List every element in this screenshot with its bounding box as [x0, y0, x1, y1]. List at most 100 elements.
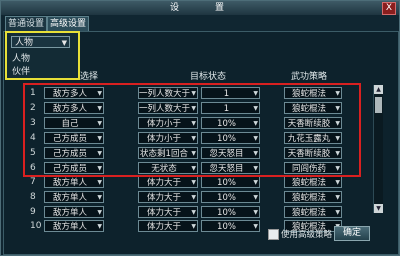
condition-select[interactable]: 状态剩1回合 ▼ [138, 147, 198, 159]
chevron-down-icon: ▼ [191, 223, 196, 230]
chevron-down-icon: ▼ [191, 165, 196, 172]
advanced-strategy-label: 使用高级策略 [281, 230, 333, 240]
target-select-value: 己方成员 [52, 149, 87, 159]
close-icon[interactable]: X [382, 2, 396, 15]
chevron-down-icon: ▼ [335, 194, 340, 201]
target-select-value: 敌方单人 [52, 222, 87, 232]
value-select[interactable]: 10% ▼ [201, 176, 260, 188]
skill-select[interactable]: 天香断续胶 ▼ [284, 147, 342, 159]
condition-select-value: 体力小于 [146, 119, 181, 129]
value-select[interactable]: 忽天怒目 ▼ [201, 162, 260, 174]
condition-select[interactable]: 无状态 ▼ [138, 162, 198, 174]
header-skill: 武功策略 [291, 72, 328, 82]
skill-select-value: 狼蛇棍法 [291, 89, 326, 99]
unit-type-option-partner[interactable]: 伙伴 [12, 64, 30, 77]
condition-select[interactable]: 一列人数大于 ▼ [138, 87, 198, 99]
condition-select-value: 体力大于 [146, 193, 181, 203]
skill-select[interactable]: 天香断续胶 ▼ [284, 117, 342, 129]
tab-advanced-settings[interactable]: 高级设置 [47, 16, 89, 32]
condition-select-value: 体力大于 [146, 178, 181, 188]
target-select[interactable]: 敌方单人 ▼ [44, 191, 104, 203]
chevron-down-icon: ▼ [335, 150, 340, 157]
tab-general-settings[interactable]: 普通设置 [5, 16, 47, 32]
chevron-down-icon: ▼ [253, 105, 258, 112]
row-number: 4 [30, 133, 36, 143]
unit-type-option-character[interactable]: 人物 [12, 51, 30, 64]
strategy-row: 8 敌方单人 ▼ 体力大于 ▼ 10% ▼ 狼蛇棍法 ▼ [0, 191, 390, 204]
row-number: 3 [30, 118, 36, 128]
condition-select[interactable]: 体力大于 ▼ [138, 206, 198, 218]
value-select[interactable]: 忽天怒目 ▼ [201, 147, 260, 159]
target-select-value: 敌方单人 [52, 193, 87, 203]
window-title: 设 置 [169, 3, 230, 13]
target-select[interactable]: 敌方单人 ▼ [44, 220, 104, 232]
skill-select-value: 狼蛇棍法 [291, 178, 326, 188]
condition-select[interactable]: 体力大于 ▼ [138, 176, 198, 188]
target-select[interactable]: 敌方多人 ▼ [44, 87, 104, 99]
chevron-down-icon: ▼ [335, 165, 340, 172]
condition-select-value: 无状态 [151, 164, 177, 174]
target-select[interactable]: 己方成员 ▼ [44, 132, 104, 144]
skill-select-value: 狼蛇棍法 [291, 208, 326, 218]
target-select[interactable]: 自己 ▼ [44, 117, 104, 129]
chevron-down-icon: ▼ [97, 105, 102, 112]
target-select-value: 己方成员 [52, 134, 87, 144]
skill-select[interactable]: 狼蛇棍法 ▼ [284, 176, 342, 188]
skill-select-value: 九花玉露丸 [287, 134, 331, 144]
target-select-value: 敌方多人 [52, 104, 87, 114]
target-select[interactable]: 敌方多人 ▼ [44, 102, 104, 114]
value-select[interactable]: 10% ▼ [201, 206, 260, 218]
skill-select[interactable]: 同闾伤药 ▼ [284, 162, 342, 174]
value-select[interactable]: 10% ▼ [201, 220, 260, 232]
value-select[interactable]: 10% ▼ [201, 191, 260, 203]
target-select[interactable]: 己方成员 ▼ [44, 162, 104, 174]
chevron-down-icon: ▼ [97, 120, 102, 127]
target-select-value: 敌方单人 [52, 178, 87, 188]
target-select-value: 敌方多人 [52, 89, 87, 99]
target-select-value: 敌方单人 [52, 208, 87, 218]
chevron-down-icon: ▼ [253, 223, 258, 230]
scrollbar[interactable]: ▲ ▼ [373, 85, 383, 213]
strategy-row: 5 己方成员 ▼ 状态剩1回合 ▼ 忽天怒目 ▼ 天香断续胶 ▼ [0, 147, 390, 160]
skill-select[interactable]: 狼蛇棍法 ▼ [284, 191, 342, 203]
advanced-strategy-checkbox[interactable] [268, 229, 279, 240]
unit-type-dropdown[interactable]: 人物 ▼ [11, 36, 70, 48]
strategy-row: 9 敌方单人 ▼ 体力大于 ▼ 10% ▼ 狼蛇棍法 ▼ [0, 206, 390, 219]
skill-select[interactable]: 狼蛇棍法 ▼ [284, 206, 342, 218]
scroll-down-icon[interactable]: ▼ [374, 204, 383, 213]
skill-select[interactable]: 狼蛇棍法 ▼ [284, 87, 342, 99]
value-select-value: 10% [217, 208, 236, 218]
confirm-button[interactable]: 确定 [334, 226, 370, 241]
condition-select[interactable]: 体力小于 ▼ [138, 117, 198, 129]
skill-select[interactable]: 九花玉露丸 ▼ [284, 132, 342, 144]
strategy-row: 2 敌方多人 ▼ 一列人数大于 ▼ 1 ▼ 狼蛇棍法 ▼ [0, 102, 390, 115]
row-number: 9 [30, 207, 36, 217]
scroll-thumb[interactable] [375, 97, 382, 113]
value-select[interactable]: 10% ▼ [201, 132, 260, 144]
chevron-down-icon: ▼ [191, 105, 196, 112]
condition-select-value: 一列人数大于 [139, 104, 191, 114]
condition-select[interactable]: 体力小于 ▼ [138, 132, 198, 144]
scroll-up-icon[interactable]: ▲ [374, 85, 383, 94]
chevron-down-icon: ▼ [253, 135, 258, 142]
value-select[interactable]: 10% ▼ [201, 117, 260, 129]
target-select[interactable]: 敌方单人 ▼ [44, 206, 104, 218]
row-number: 7 [30, 177, 36, 187]
condition-select[interactable]: 一列人数大于 ▼ [138, 102, 198, 114]
skill-select[interactable]: 狼蛇棍法 ▼ [284, 102, 342, 114]
skill-select-value: 天香断续胶 [287, 119, 331, 129]
target-select[interactable]: 敌方单人 ▼ [44, 176, 104, 188]
condition-select[interactable]: 体力大于 ▼ [138, 191, 198, 203]
chevron-down-icon: ▼ [191, 120, 196, 127]
chevron-down-icon: ▼ [253, 90, 258, 97]
chevron-down-icon: ▼ [253, 120, 258, 127]
value-select[interactable]: 1 ▼ [201, 87, 260, 99]
value-select[interactable]: 1 ▼ [201, 102, 260, 114]
chevron-down-icon: ▼ [253, 150, 258, 157]
condition-select[interactable]: 体力大于 ▼ [138, 220, 198, 232]
target-select[interactable]: 己方成员 ▼ [44, 147, 104, 159]
chevron-down-icon: ▼ [191, 209, 196, 216]
chevron-down-icon: ▼ [335, 179, 340, 186]
unit-type-popup: 人物 ▼ 人物 伙伴 [5, 31, 80, 80]
condition-select-value: 体力大于 [146, 208, 181, 218]
